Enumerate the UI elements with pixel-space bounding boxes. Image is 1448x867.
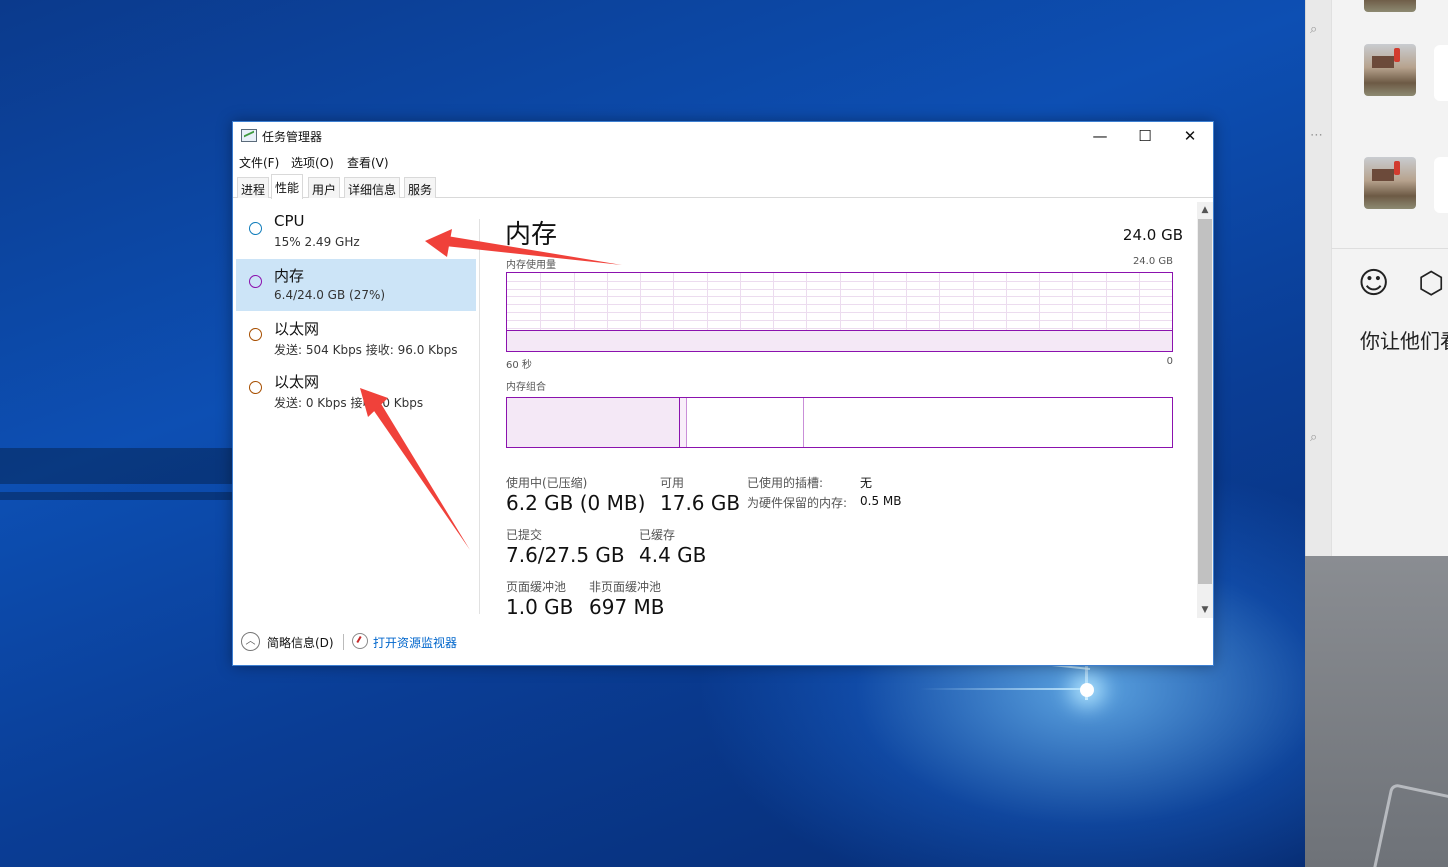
paged-pool-value: 1.0 GB [506, 595, 574, 619]
tab-services[interactable]: 服务 [404, 177, 437, 198]
close-button[interactable]: ✕ [1167, 122, 1213, 150]
composition-free [804, 398, 1172, 447]
available-label: 可用 [660, 476, 685, 490]
tab-details[interactable]: 详细信息 [344, 177, 401, 198]
usage-max-label: 24.0 GB [1132, 256, 1173, 267]
chat-input-text[interactable]: 你让他们看 [1360, 325, 1448, 354]
paged-pool-label: 页面缓冲池 [506, 580, 567, 594]
detail-total: 24.0 GB [1122, 226, 1183, 244]
strip-search-icon: ⌕ [1310, 430, 1318, 445]
menu-bar: 文件(F) 选项(O) 查看(V) [233, 151, 1213, 171]
time-axis-left: 60 秒 [506, 360, 532, 371]
detail-title: 内存 [505, 220, 558, 250]
tab-processes[interactable]: 进程 [237, 177, 270, 198]
box-icon[interactable]: ⬡ [1418, 268, 1444, 300]
footer-divider [343, 634, 344, 650]
light-beam [920, 688, 1090, 690]
detail-scrollbar[interactable]: ▲ ▼ [1197, 202, 1213, 618]
summary-button[interactable]: 简略信息(D) [267, 634, 334, 651]
chat-divider [1331, 248, 1448, 249]
emoji-icon[interactable]: ☺ [1358, 268, 1389, 300]
nonpaged-pool-label: 非页面缓冲池 [589, 580, 662, 594]
scroll-thumb[interactable] [1198, 219, 1212, 584]
sidebar-item-memory[interactable]: 内存 6.4/24.0 GB (27%) [236, 259, 476, 311]
sidebar-item-sub: 15% 2.49 GHz [274, 235, 360, 249]
tab-performance[interactable]: 性能 [271, 174, 304, 199]
sidebar-item-ethernet[interactable]: 以太网 发送: 504 Kbps 接收: 96.0 Kbps [236, 312, 476, 364]
resource-monitor-icon [352, 633, 368, 649]
sidebar-item-name: 以太网 [274, 320, 320, 338]
ethernet-indicator-icon [249, 328, 262, 341]
scroll-up-icon[interactable]: ▲ [1197, 202, 1213, 218]
strip-search-icon: ⌕ [1310, 22, 1318, 37]
menu-view[interactable]: 查看(V) [347, 154, 389, 171]
sidebar-divider [479, 219, 480, 614]
performance-content: CPU 15% 2.49 GHz 内存 6.4/24.0 GB (27%) 以太… [233, 199, 1213, 619]
open-resource-monitor-link[interactable]: 打开资源监视器 [373, 634, 457, 651]
cpu-indicator-icon [249, 222, 262, 235]
footer-bar: ︿ 简略信息(D) 打开资源监视器 [233, 630, 1213, 660]
memory-composition-bar [506, 397, 1173, 448]
time-axis-right: 0 [1166, 356, 1173, 367]
sidebar-item-name: 内存 [274, 267, 305, 285]
cached-value: 4.4 GB [639, 543, 707, 567]
avatar[interactable] [1364, 0, 1416, 12]
avatar[interactable] [1364, 157, 1416, 209]
title-bar[interactable]: 任务管理器 — ☐ ✕ [233, 122, 1213, 150]
scroll-down-icon[interactable]: ▼ [1197, 602, 1213, 618]
sidebar-item-name: CPU [274, 212, 305, 230]
committed-label: 已提交 [506, 528, 543, 542]
chevron-up-icon[interactable]: ︿ [241, 632, 260, 651]
chat-strip: ⌕ ⋯ ⌕ [1306, 0, 1332, 556]
nonpaged-pool-value: 697 MB [589, 595, 665, 619]
sidebar-item-sub: 发送: 504 Kbps 接收: 96.0 Kbps [274, 343, 458, 357]
committed-value: 7.6/27.5 GB [506, 543, 625, 567]
in-use-value: 6.2 GB (0 MB) [506, 491, 646, 515]
window-title: 任务管理器 [262, 130, 323, 144]
sidebar-item-ethernet-2[interactable]: 以太网 发送: 0 Kbps 接收: 0 Kbps [236, 365, 476, 417]
composition-modified [680, 398, 687, 447]
reserved-label: 为硬件保留的内存: [747, 496, 848, 510]
memory-usage-fill [507, 329, 1172, 351]
usage-label: 内存使用量 [506, 260, 556, 271]
message-bubble [1434, 45, 1448, 101]
message-bubble [1434, 157, 1448, 213]
desktop-band [0, 492, 260, 500]
sidebar-item-sub: 发送: 0 Kbps 接收: 0 Kbps [274, 396, 424, 410]
menu-options[interactable]: 选项(O) [291, 154, 334, 171]
task-manager-window: 任务管理器 — ☐ ✕ 文件(F) 选项(O) 查看(V) 进程 性能 用户 详… [232, 121, 1214, 666]
ethernet-indicator-icon [249, 381, 262, 394]
task-manager-icon [241, 129, 257, 142]
menu-file[interactable]: 文件(F) [239, 154, 279, 171]
in-use-label: 使用中(已压缩) [506, 476, 588, 490]
cached-label: 已缓存 [639, 528, 676, 542]
composition-in-use [507, 398, 680, 447]
composition-standby [687, 398, 804, 447]
sidebar-item-cpu[interactable]: CPU 15% 2.49 GHz [236, 206, 476, 258]
sidebar-item-sub: 6.4/24.0 GB (27%) [274, 288, 386, 302]
sidebar-item-name: 以太网 [274, 373, 320, 391]
maximize-button[interactable]: ☐ [1122, 122, 1168, 150]
desktop-band [0, 448, 260, 484]
tab-bar: 进程 性能 用户 详细信息 服务 [233, 173, 1213, 199]
avatar[interactable] [1364, 44, 1416, 96]
reserved-value: 0.5 MB [860, 494, 902, 508]
slots-value: 无 [860, 476, 873, 490]
minimize-button[interactable]: — [1077, 122, 1123, 150]
available-value: 17.6 GB [660, 491, 741, 515]
tab-users[interactable]: 用户 [308, 177, 341, 198]
memory-indicator-icon [249, 275, 262, 288]
slots-label: 已使用的插槽: [747, 476, 824, 490]
composition-label: 内存组合 [506, 382, 546, 393]
light-glow [1080, 683, 1094, 697]
memory-usage-chart [506, 272, 1173, 352]
strip-dots-icon: ⋯ [1310, 128, 1323, 143]
